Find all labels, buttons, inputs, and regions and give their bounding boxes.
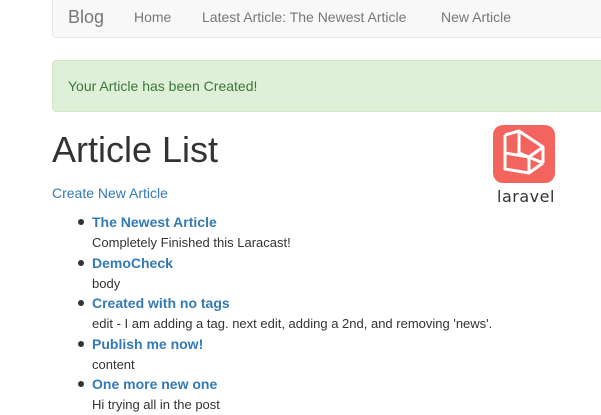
create-new-article-link[interactable]: Create New Article (52, 184, 168, 202)
bullet-icon (78, 259, 84, 266)
article-title-link[interactable]: The Newest Article (92, 213, 217, 231)
bullet-icon (78, 340, 84, 347)
article-body: Hi trying all in the post (92, 397, 220, 412)
article-title-link[interactable]: Publish me now! (92, 335, 203, 353)
bullet-icon (78, 219, 84, 225)
article-title-link[interactable]: One more new one (92, 375, 217, 393)
bullet-icon (78, 381, 84, 387)
bullet-icon (78, 300, 84, 306)
laravel-logo: laravel (491, 123, 557, 207)
article-title-link[interactable]: Created with no tags (92, 294, 230, 312)
article-title-link[interactable]: DemoCheck (92, 254, 173, 272)
article-body: body (92, 275, 121, 291)
article-body: Completely Finished this Laracast! (92, 235, 291, 250)
article-body: content (92, 356, 135, 372)
page-title: Article List (52, 129, 219, 170)
success-alert: Your Article has been Created! (52, 60, 601, 112)
alert-message: Your Article has been Created! (68, 78, 258, 94)
nav-link-new-article[interactable]: New Article (441, 8, 511, 26)
navbar: Blog Home Latest Article: The Newest Art… (52, 0, 601, 38)
logo-text: laravel (497, 187, 555, 206)
nav-link-home[interactable]: Home (134, 8, 171, 26)
brand-link[interactable]: Blog (68, 5, 104, 29)
article-body: edit - I am adding a tag. next edit, add… (92, 316, 493, 331)
laravel-logo-icon (493, 125, 555, 183)
nav-link-latest-article[interactable]: Latest Article: The Newest Article (202, 8, 406, 26)
